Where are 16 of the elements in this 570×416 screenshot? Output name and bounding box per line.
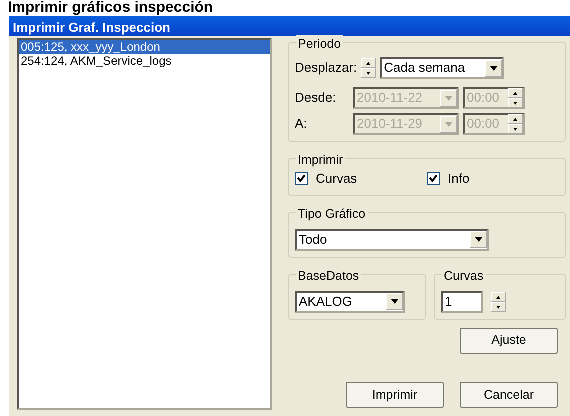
adjust-button[interactable]: Ajuste [460, 328, 558, 354]
list-item[interactable]: 005:125, xxx_yyy_London [19, 40, 270, 54]
print-button[interactable]: Imprimir [346, 382, 444, 408]
checkbox-label: Info [448, 170, 470, 188]
window-title: Imprimir Graf. Inspeccion [9, 16, 570, 36]
field-label: Desde: [295, 89, 338, 108]
field-label: A: [295, 115, 308, 134]
list-item[interactable]: 254:124, AKM_Service_logs [19, 54, 270, 68]
period-dropdown[interactable]: Cada semana [380, 57, 504, 79]
database-dropdown[interactable]: AKALOG [295, 290, 405, 312]
page-heading: Imprimir gráficos inspección [8, 0, 214, 16]
curves-input[interactable]: 1 [441, 290, 483, 312]
checkbox-label: Curvas [316, 170, 358, 188]
cancel-button[interactable]: Cancelar [460, 382, 558, 408]
chart-type-dropdown[interactable]: Todo [295, 228, 489, 250]
field-label: Desplazar: [295, 59, 358, 78]
